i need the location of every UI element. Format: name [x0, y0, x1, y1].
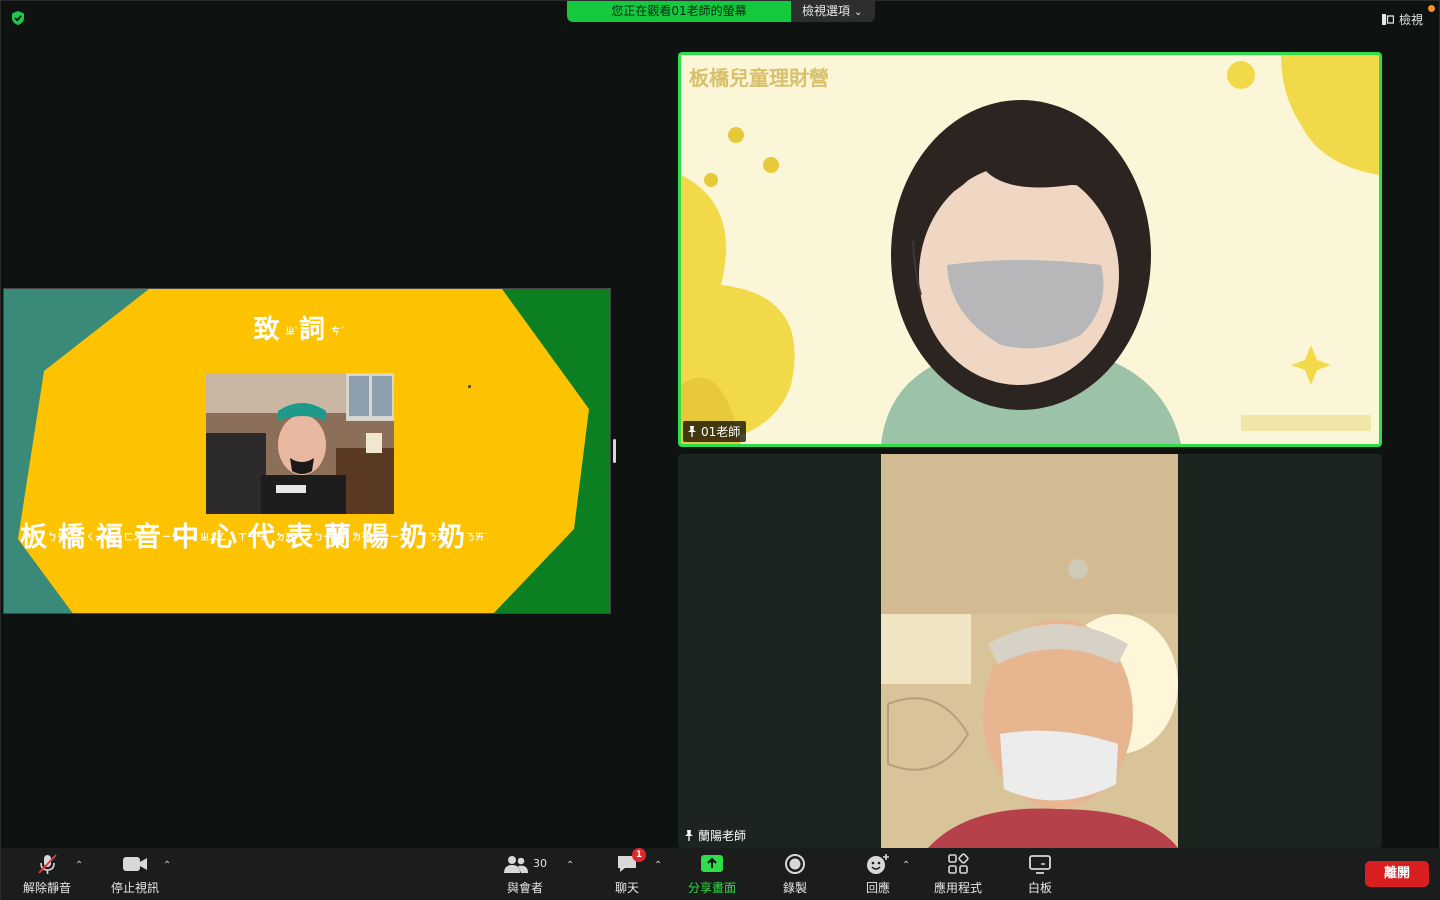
share-screen-label: 分享畫面: [687, 880, 736, 895]
chat-unread-badge: 1: [632, 847, 646, 862]
pin-icon: [685, 830, 693, 841]
participants-options-caret[interactable]: ⌃: [566, 860, 574, 871]
split-view-drag-handle[interactable]: [613, 439, 616, 463]
whiteboard-button[interactable]: 白板: [1021, 848, 1059, 900]
name-zhuyin: ㄑㄧㄠˊ: [86, 533, 118, 543]
name-char: 板: [20, 522, 48, 553]
apps-label: 應用程式: [933, 880, 982, 895]
video-options-caret[interactable]: ⌃: [163, 860, 171, 871]
name-zhuyin: ㄋㄞˇ: [428, 533, 451, 543]
participant-name-tag: 01老師: [683, 421, 747, 442]
background-title: 板橋兒童理財營: [689, 66, 829, 90]
name-char: 奶: [438, 522, 466, 553]
name-zhuyin: ㄧㄤˊ: [390, 533, 413, 543]
encryption-shield-icon[interactable]: [10, 10, 26, 26]
record-label: 錄製: [782, 880, 807, 895]
speaker-photo: [206, 373, 394, 514]
name-char: 陽: [362, 522, 390, 553]
chat-label: 聊天: [614, 880, 639, 895]
emoji-reaction-icon: [867, 853, 889, 874]
participants-button[interactable]: 30 與會者: [501, 848, 549, 900]
participants-label: 與會者: [506, 880, 543, 895]
stop-video-label: 停止視訊: [110, 880, 159, 895]
title-char: 致: [253, 315, 286, 345]
name-char: 橋: [58, 522, 86, 553]
participants-count: 30: [533, 857, 547, 870]
view-options-button[interactable]: 檢視選項 ⌄: [791, 1, 875, 22]
apps-button[interactable]: 應用程式: [929, 848, 987, 900]
chevron-down-icon: ⌄: [854, 7, 863, 18]
name-char: 福: [96, 522, 124, 553]
reactions-options-caret[interactable]: ⌃: [902, 860, 910, 871]
unmute-label: 解除靜音: [22, 880, 71, 895]
audio-options-caret[interactable]: ⌃: [75, 860, 83, 871]
name-zhuyin: ㄅㄢˇ: [48, 533, 71, 543]
mic-muted-icon: [38, 853, 57, 874]
title-char: 詞: [299, 315, 332, 345]
share-screen-button[interactable]: 分享畫面: [683, 848, 741, 900]
video-tile-participant[interactable]: 蘭陽老師: [678, 454, 1382, 848]
meeting-toolbar: 解除靜音 ⌃ 停止視訊 ⌃ 30 與會者 ⌃ 1 聊天 ⌃ 分享畫面 錄製 回應…: [1, 847, 1440, 900]
title-zhuyin: ㄓˋ: [285, 327, 299, 337]
name-zhuyin: ㄋㄞ˙: [466, 533, 489, 543]
record-icon: [785, 853, 805, 874]
participant-name: 蘭陽老師: [698, 829, 747, 843]
name-zhuyin: ㄌㄢˊ: [352, 533, 375, 543]
stop-video-button[interactable]: 停止視訊: [107, 848, 163, 900]
name-char: 中: [172, 522, 200, 553]
unmute-button[interactable]: 解除靜音: [19, 848, 75, 900]
participants-icon: [504, 855, 528, 873]
video-feed-01: 板橋兒童理財營: [681, 55, 1379, 444]
slide-title: 致ㄓˋ詞ㄘˊ: [4, 309, 594, 346]
name-zhuyin: ㄒㄧㄣ: [238, 533, 266, 543]
chat-button[interactable]: 1 聊天: [607, 847, 647, 900]
reactions-label: 回應: [865, 880, 890, 895]
name-char: 蘭: [324, 522, 352, 553]
whiteboard-icon: [1029, 854, 1051, 874]
name-char: 奶: [400, 522, 428, 553]
view-layout-icon: [1381, 14, 1394, 25]
name-zhuyin: ㄅㄧㄠˇ: [314, 533, 346, 543]
participant-name: 01老師: [701, 425, 741, 439]
speaker-name-caption: 板ㄅㄢˇ橋ㄑㄧㄠˊ福ㄈㄨˊ音ㄧㄣ中ㄓㄨㄥ心ㄒㄧㄣ代ㄉㄞˋ表ㄅㄧㄠˇ蘭ㄌㄢˊ陽ㄧㄤ…: [20, 515, 600, 554]
chat-options-caret[interactable]: ⌃: [654, 860, 662, 871]
record-button[interactable]: 錄製: [776, 848, 814, 900]
name-zhuyin: ㄧㄣ: [162, 533, 181, 543]
view-label: 檢視: [1398, 13, 1423, 27]
reactions-button[interactable]: 回應: [859, 848, 897, 900]
view-options-label: 檢視選項: [802, 4, 851, 18]
name-char: 心: [210, 522, 238, 553]
name-char: 表: [286, 522, 314, 553]
remote-cursor: [468, 385, 471, 388]
notification-dot: [1428, 5, 1435, 12]
name-char: 代: [248, 522, 276, 553]
name-zhuyin: ㄓㄨㄥ: [200, 533, 228, 543]
viewing-screen-banner: 您正在觀看01老師的螢幕: [567, 1, 791, 22]
video-feed-lanyang: [678, 454, 1382, 848]
title-zhuyin: ㄘˊ: [331, 327, 345, 337]
pin-icon: [688, 426, 696, 437]
name-char: 音: [134, 522, 162, 553]
whiteboard-label: 白板: [1027, 880, 1052, 895]
video-camera-icon: [123, 856, 147, 871]
name-zhuyin: ㄉㄞˋ: [276, 533, 299, 543]
view-button[interactable]: 檢視: [1381, 11, 1423, 28]
leave-meeting-button[interactable]: 離開: [1365, 861, 1429, 887]
name-zhuyin: ㄈㄨˊ: [124, 533, 147, 543]
apps-icon: [948, 852, 969, 874]
share-screen-icon: [701, 854, 723, 872]
shared-screen: 致ㄓˋ詞ㄘˊ 板ㄅㄢˇ橋ㄑㄧㄠˊ福ㄈㄨˊ音ㄧㄣ中ㄓㄨㄥ心ㄒㄧㄣ代ㄉㄞˋ表ㄅㄧㄠˇ…: [3, 288, 611, 614]
participant-name-tag: 蘭陽老師: [680, 825, 752, 846]
video-tile-active-speaker[interactable]: 板橋兒童理財營 01老師: [678, 52, 1382, 447]
zoom-window: 您正在觀看01老師的螢幕 檢視選項 ⌄ 檢視 致ㄓˋ詞ㄘˊ 板ㄅㄢˇ橋ㄑㄧㄠˊ福…: [0, 0, 1440, 900]
